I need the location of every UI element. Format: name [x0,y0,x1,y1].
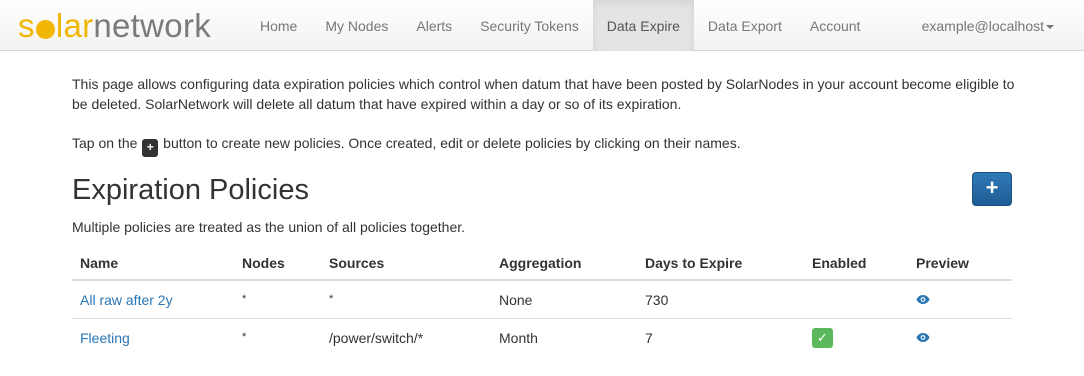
brand-text-s: s [18,7,35,44]
tap-instructions: Tap on the + button to create new polici… [72,133,741,157]
check-icon: ✓ [812,327,833,348]
policy-aggregation: Month [499,329,538,346]
nav-data-expire[interactable]: Data Expire [592,0,694,51]
plus-icon: + [142,139,159,157]
policy-nodes-cell: * [234,280,321,319]
table-header-row: Name Nodes Sources Aggregation Days to E… [72,246,1012,281]
nav-my-nodes[interactable]: My Nodes [311,0,402,51]
nav-data-export[interactable]: Data Export [694,0,796,51]
header-nodes: Nodes [234,246,321,281]
intro-text: This page allows configuring data expira… [72,76,1015,112]
tap-text-after: button to create new policies. Once crea… [163,135,741,151]
policy-preview-cell [908,319,1012,357]
brand-text-network: network [93,7,212,44]
header-days-to-expire: Days to Expire [637,246,804,281]
header-preview: Preview [908,246,1012,281]
policy-enabled-cell [804,280,908,319]
policy-aggregation: None [491,280,637,319]
tap-text-before: Tap on the [72,135,138,151]
policy-sources: * [329,292,334,305]
policy-nodes: * [242,292,247,305]
nav-menu: Home My Nodes Alerts Security Tokens Dat… [246,0,874,51]
user-email: example@localhost [921,18,1044,34]
policy-days: 730 [637,280,804,319]
header-name: Name [72,246,234,281]
policy-preview-cell [908,280,1012,319]
section-subtitle: Multiple policies are treated as the uni… [72,219,466,235]
nav-alerts[interactable]: Alerts [402,0,466,51]
policy-name-link[interactable]: All raw after 2y [80,292,173,308]
policies-table: Name Nodes Sources Aggregation Days to E… [72,246,1012,356]
nav-home[interactable]: Home [246,0,311,51]
caret-down-icon [1046,25,1054,30]
brand-logo[interactable]: s larnetwork [18,6,211,46]
table-row: Fleeting * /power/switch/* Month 7 ✓ [72,319,1012,357]
policy-sources: /power/switch/* [329,329,424,346]
header-aggregation: Aggregation [491,246,637,281]
header-sources: Sources [321,246,491,281]
add-policy-button[interactable]: + [972,172,1012,206]
policy-enabled-cell: ✓ [804,319,908,357]
header-enabled: Enabled [804,246,908,281]
eye-icon[interactable] [916,330,930,346]
eye-icon[interactable] [916,292,930,308]
policy-nodes-cell: * [234,319,321,357]
policy-sources-cell: * [321,280,491,319]
navbar: s larnetwork Home My Nodes Alerts Securit… [0,0,1084,51]
policy-name-cell: All raw after 2y [72,280,234,319]
brand-text-lar: lar [55,7,94,44]
table-row: All raw after 2y * * None 730 [72,280,1012,319]
user-menu[interactable]: example@localhost [922,0,1054,51]
nav-security-tokens[interactable]: Security Tokens [466,0,593,51]
sun-icon [35,20,55,39]
policy-days: 7 [645,329,653,346]
page-title: Expiration Policies [72,174,309,206]
policy-nodes: * [242,330,247,343]
nav-account[interactable]: Account [796,0,875,51]
policy-name-link[interactable]: Fleeting [80,330,130,346]
policy-name-cell: Fleeting [72,319,234,357]
